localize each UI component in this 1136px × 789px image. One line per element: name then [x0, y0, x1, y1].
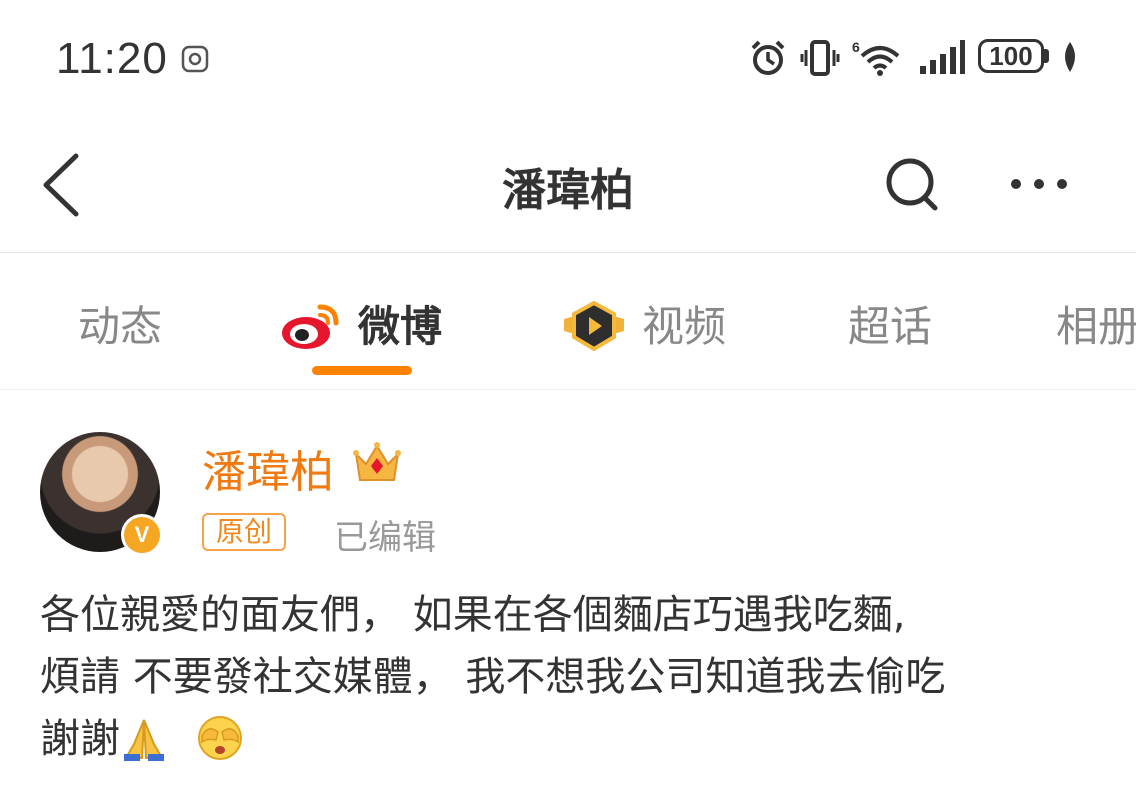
signal-icon — [920, 40, 965, 74]
weibo-post: V 潘瑋柏 原创 已编辑 各位親愛的面友們， 如果在各個麵店巧遇我吃麵, 煩請 … — [0, 390, 1136, 789]
profile-tabs: 动态 微博 视频 超话 相册 — [0, 253, 1136, 390]
battery-icon: 100 — [978, 39, 1044, 73]
post-text-last-line: 謝謝 — [40, 708, 1110, 770]
search-icon[interactable] — [882, 152, 942, 216]
status-bar: 11:20 6 100 — [0, 0, 1136, 120]
svg-text:6: 6 — [852, 39, 860, 55]
tab-dynamics[interactable]: 动态 — [78, 293, 162, 354]
author-name[interactable]: 潘瑋柏 — [202, 436, 334, 500]
vibrate-icon — [800, 40, 840, 76]
crown-icon — [353, 442, 401, 481]
alarm-icon — [751, 40, 785, 75]
weibo-logo-icon — [282, 304, 339, 349]
pray-emoji — [124, 719, 164, 761]
app-notification-icon — [181, 45, 209, 73]
tab-album[interactable]: 相册 — [1056, 293, 1136, 354]
original-badge: 原创 — [202, 513, 287, 551]
post-text-line: 各位親愛的面友們， 如果在各個麵店巧遇我吃麵, — [40, 592, 906, 638]
tab-video[interactable]: 视频 — [562, 293, 726, 354]
more-icon[interactable] — [1006, 164, 1076, 204]
nav-bar: 潘瑋柏 — [0, 120, 1136, 253]
post-body: 各位親愛的面友們， 如果在各個麵店巧遇我吃麵, 煩請 不要發社交媒體， 我不想我… — [40, 584, 1110, 770]
tab-label: 微博 — [358, 302, 443, 351]
eco-icon — [1065, 42, 1075, 72]
tab-weibo[interactable]: 微博 — [280, 293, 442, 354]
edited-label: 已编辑 — [334, 518, 436, 558]
verified-v-icon: V — [121, 514, 163, 556]
battery-nub — [1044, 49, 1049, 63]
active-tab-indicator — [312, 366, 412, 375]
post-text-line: 煩請 不要發社交媒體， 我不想我公司知道我去偷吃 — [40, 654, 946, 700]
status-time: 11:20 — [56, 34, 168, 83]
tab-label: 相册 — [1056, 302, 1136, 351]
page-title: 潘瑋柏 — [502, 165, 634, 216]
tab-label: 超话 — [848, 302, 933, 351]
wifi-6-icon: 6 — [852, 39, 900, 76]
cover-eyes-emoji — [198, 716, 242, 760]
video-play-icon — [564, 301, 624, 351]
post-text-line: 謝謝 — [40, 716, 120, 762]
tab-label: 视频 — [642, 302, 727, 351]
tab-label: 动态 — [78, 302, 163, 351]
tab-super-topic[interactable]: 超话 — [848, 293, 932, 354]
